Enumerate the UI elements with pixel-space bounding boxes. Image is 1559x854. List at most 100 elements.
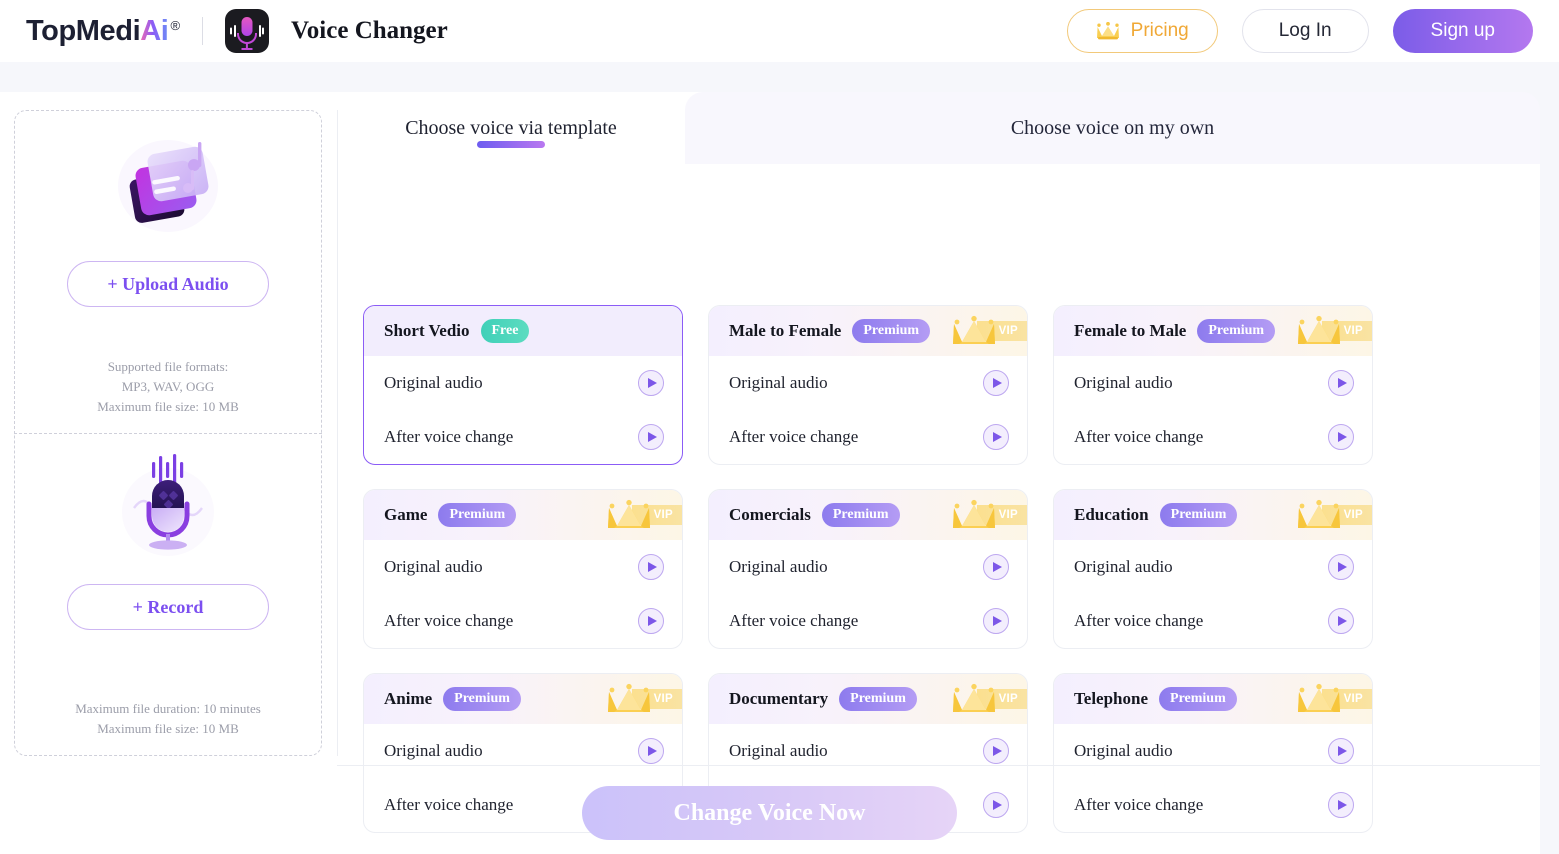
pricing-button[interactable]: Pricing <box>1066 9 1218 53</box>
tier-badge: Premium <box>438 503 517 527</box>
play-original-button[interactable] <box>638 554 664 580</box>
vip-badge: VIP <box>951 306 1027 356</box>
voice-template-card[interactable]: Telephone Premium VIP Original audio Aft… <box>1053 673 1373 833</box>
sidebar-divider <box>337 110 338 756</box>
play-converted-button[interactable] <box>983 608 1009 634</box>
card-audio-rows: Original audio After voice change <box>364 356 682 464</box>
after-voice-change-label: After voice change <box>384 795 514 814</box>
login-button[interactable]: Log In <box>1241 9 1369 53</box>
after-voice-change-row: After voice change <box>384 594 664 648</box>
play-converted-button[interactable] <box>638 424 664 450</box>
after-voice-change-row: After voice change <box>1074 410 1354 464</box>
original-audio-row: Original audio <box>1074 724 1354 778</box>
play-converted-button[interactable] <box>983 792 1009 818</box>
tier-badge: Premium <box>1197 319 1276 343</box>
card-title: Telephone <box>1074 689 1149 708</box>
upload-hint-formats: Supported file formats: <box>107 359 229 374</box>
active-tab-indicator <box>477 141 545 148</box>
tab-choose-voice-via-template[interactable]: Choose voice via template <box>337 92 685 164</box>
tier-badge: Premium <box>839 687 917 711</box>
vip-badge: VIP <box>1296 306 1372 356</box>
card-header: Game Premium VIP <box>364 490 682 540</box>
card-header: Education Premium VIP <box>1054 490 1372 540</box>
signup-label: Sign up <box>1430 20 1495 41</box>
original-audio-label: Original audio <box>1074 373 1173 392</box>
tab-bar: Choose voice via template Choose voice o… <box>337 92 1540 164</box>
crown-icon <box>1096 22 1120 40</box>
card-title: Short Vedio <box>384 321 470 340</box>
play-original-button[interactable] <box>1328 738 1354 764</box>
after-voice-change-label: After voice change <box>384 611 514 630</box>
play-original-button[interactable] <box>983 370 1009 396</box>
page-title: Voice Changer <box>291 17 448 44</box>
after-voice-change-label: After voice change <box>1074 611 1204 630</box>
voice-template-card[interactable]: Comercials Premium VIP Original audio Af… <box>708 489 1028 649</box>
original-audio-row: Original audio <box>1074 540 1354 594</box>
play-original-button[interactable] <box>983 554 1009 580</box>
brand-logo[interactable]: TopMediAi ® <box>26 14 180 47</box>
play-converted-button[interactable] <box>1328 424 1354 450</box>
signup-button[interactable]: Sign up <box>1392 9 1533 53</box>
tab-label: Choose voice via template <box>405 116 617 139</box>
play-converted-button[interactable] <box>1328 792 1354 818</box>
login-label: Log In <box>1278 20 1332 41</box>
crown-icon <box>951 682 997 716</box>
play-original-button[interactable] <box>983 738 1009 764</box>
upload-audio-button[interactable]: + Upload Audio <box>67 261 269 307</box>
change-voice-now-button[interactable]: Change Voice Now <box>582 786 957 840</box>
original-audio-label: Original audio <box>384 557 483 576</box>
play-converted-button[interactable] <box>983 424 1009 450</box>
original-audio-label: Original audio <box>729 373 828 392</box>
voice-template-card[interactable]: Game Premium VIP Original audio After vo… <box>363 489 683 649</box>
after-voice-change-label: After voice change <box>729 611 859 630</box>
card-title: Male to Female <box>729 321 842 340</box>
after-voice-change-row: After voice change <box>384 410 664 464</box>
record-button[interactable]: + Record <box>67 584 269 630</box>
play-original-button[interactable] <box>638 370 664 396</box>
original-audio-label: Original audio <box>729 741 828 760</box>
card-audio-rows: Original audio After voice change <box>1054 356 1372 464</box>
upload-hint: Supported file formats: MP3, WAV, OGG Ma… <box>97 357 239 417</box>
play-original-button[interactable] <box>638 738 664 764</box>
crown-icon <box>951 314 997 348</box>
voice-template-card[interactable]: Short Vedio Free Original audio After vo… <box>363 305 683 465</box>
after-voice-change-label: After voice change <box>1074 427 1204 446</box>
card-audio-rows: Original audio After voice change <box>1054 724 1372 832</box>
tier-badge: Premium <box>1159 503 1238 527</box>
vip-badge: VIP <box>606 490 682 540</box>
card-header: Short Vedio Free <box>364 306 682 356</box>
card-title: Female to Male <box>1074 321 1187 340</box>
tab-label: Choose voice on my own <box>1010 116 1215 139</box>
play-original-button[interactable] <box>1328 370 1354 396</box>
record-zone[interactable]: + Record Maximum file duration: 10 minut… <box>14 433 322 756</box>
app-header: TopMediAi ® Voice Changer Pricing Log In… <box>0 0 1559 62</box>
card-header: Female to Male Premium VIP <box>1054 306 1372 356</box>
card-title: Game <box>384 505 428 524</box>
upload-drop-zone[interactable]: + Upload Audio Supported file formats: M… <box>14 110 322 433</box>
main-panel: + Upload Audio Supported file formats: M… <box>0 92 1540 854</box>
after-voice-change-row: After voice change <box>729 594 1009 648</box>
original-audio-label: Original audio <box>1074 741 1173 760</box>
original-audio-label: Original audio <box>729 557 828 576</box>
original-audio-label: Original audio <box>384 373 483 392</box>
upload-audio-label: + Upload Audio <box>107 273 229 294</box>
record-label: + Record <box>132 596 204 617</box>
play-converted-button[interactable] <box>1328 608 1354 634</box>
card-audio-rows: Original audio After voice change <box>709 540 1027 648</box>
voice-template-card[interactable]: Female to Male Premium VIP Original audi… <box>1053 305 1373 465</box>
record-hint-duration: Maximum file duration: 10 minutes <box>75 701 261 716</box>
original-audio-row: Original audio <box>384 356 664 410</box>
vip-badge: VIP <box>606 674 682 724</box>
play-converted-button[interactable] <box>638 608 664 634</box>
record-hint: Maximum file duration: 10 minutes Maximu… <box>75 699 261 739</box>
voice-template-card[interactable]: Education Premium VIP Original audio Aft… <box>1053 489 1373 649</box>
brand-accent: Ai <box>140 14 169 47</box>
upload-hint-formats-list: MP3, WAV, OGG <box>121 379 215 394</box>
voice-template-card[interactable]: Male to Female Premium VIP Original audi… <box>708 305 1028 465</box>
play-original-button[interactable] <box>1328 554 1354 580</box>
sidebar: + Upload Audio Supported file formats: M… <box>14 110 322 756</box>
card-audio-rows: Original audio After voice change <box>364 540 682 648</box>
card-header: Telephone Premium VIP <box>1054 674 1372 724</box>
tab-choose-voice-on-my-own[interactable]: Choose voice on my own <box>685 92 1540 164</box>
card-title: Education <box>1074 505 1149 524</box>
